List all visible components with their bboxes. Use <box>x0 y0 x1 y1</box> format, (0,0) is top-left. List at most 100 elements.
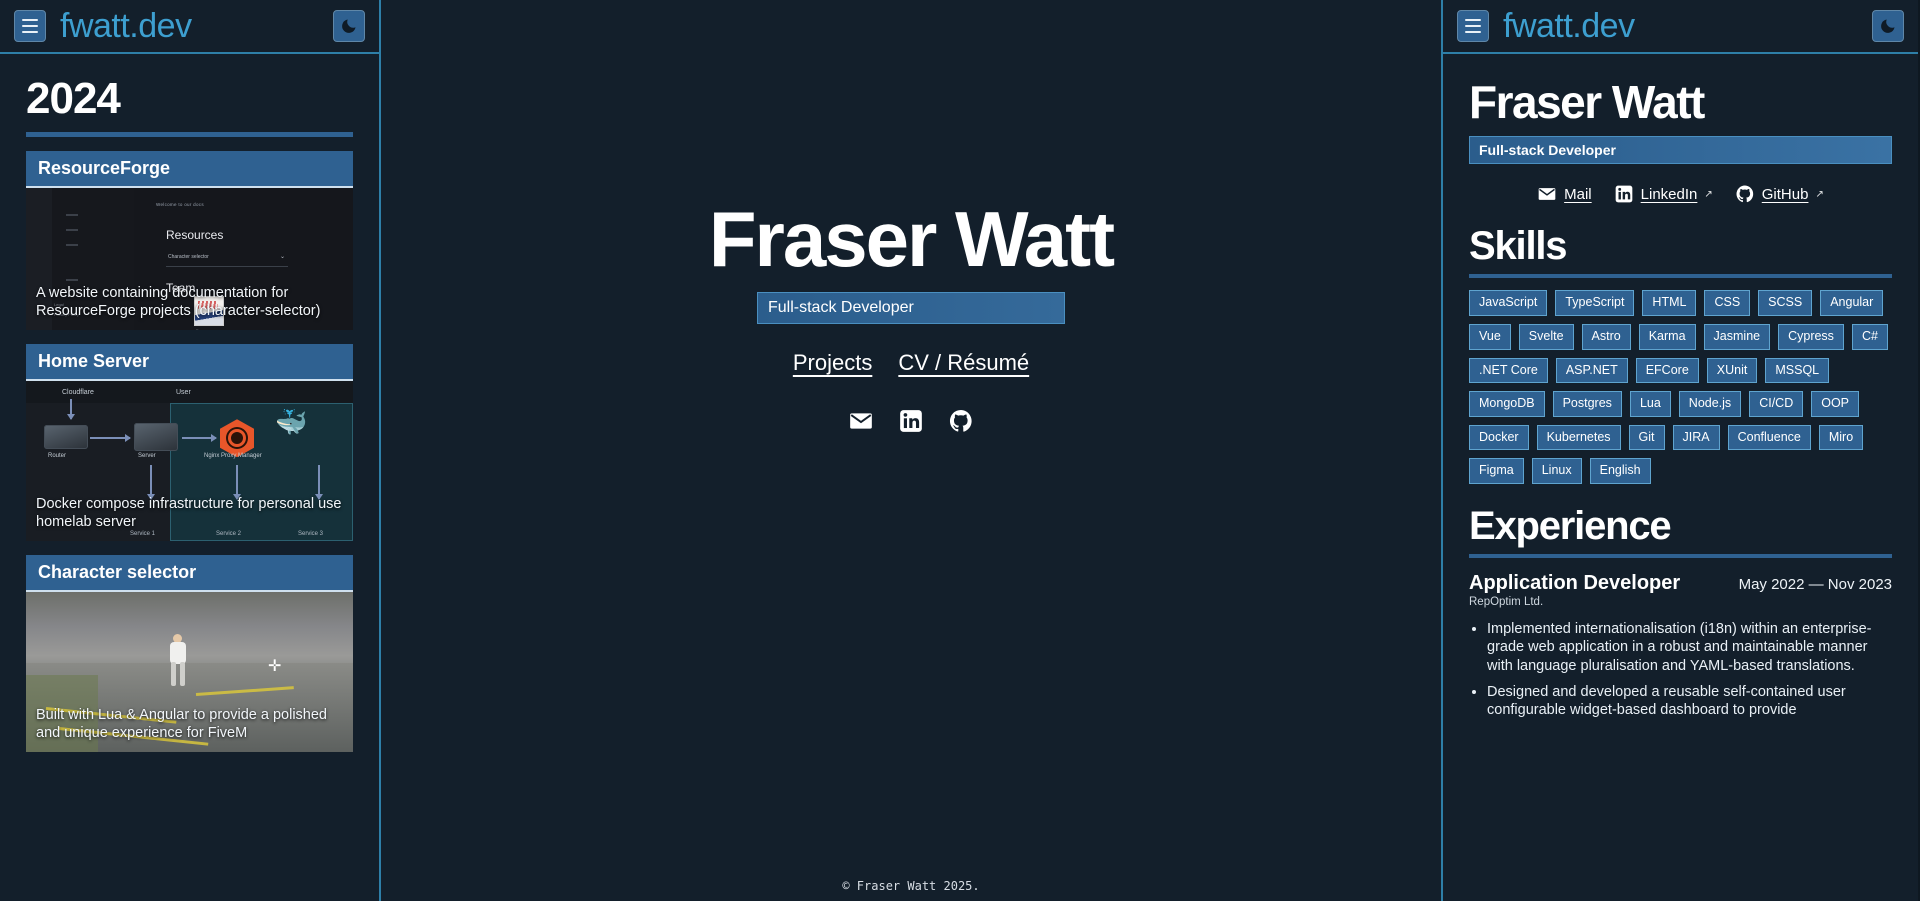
resume-body: Fraser Watt Full-stack Developer Mail Li… <box>1443 54 1918 901</box>
resume-name: Fraser Watt <box>1469 76 1705 128</box>
external-link-icon: ↗ <box>1815 188 1824 200</box>
contact-label: Mail <box>1564 185 1592 203</box>
skill-tag[interactable]: .NET Core <box>1469 357 1548 384</box>
skill-tag[interactable]: Postgres <box>1552 391 1622 417</box>
skill-tag[interactable]: Vue <box>1469 323 1511 350</box>
preview-field-label: Character selector <box>168 254 209 261</box>
preview-welcome: Welcome to our docs <box>156 202 204 208</box>
skill-tag[interactable]: OOP <box>1811 391 1860 417</box>
skill-tag[interactable]: Kubernetes <box>1536 424 1621 451</box>
skill-tag[interactable]: EFCore <box>1635 357 1699 384</box>
skill-tag[interactable]: JavaScript <box>1469 290 1548 316</box>
skill-tag[interactable]: Node.js <box>1678 391 1742 417</box>
skills-underline <box>1469 274 1892 279</box>
contact-mail[interactable]: Mail <box>1537 184 1592 204</box>
project-preview-image: Cloudflare User 🐳 Router Server Nginx Pr… <box>26 381 353 542</box>
contact-linkedin[interactable]: LinkedIn ↗ <box>1614 184 1713 204</box>
viewport-tablet-resume: fwatt.dev Fraser Watt Full-stack Develop… <box>1443 0 1918 901</box>
hero-link-cv[interactable]: CV / Résumé <box>898 350 1029 376</box>
skills-tag-list: JavaScript TypeScript HTML CSS SCSS Angular Vu… <box>1469 290 1892 485</box>
linkedin-icon[interactable] <box>898 408 924 434</box>
moon-icon[interactable] <box>333 10 365 42</box>
moon-icon[interactable] <box>1872 10 1904 42</box>
skill-tag[interactable]: ASP.NET <box>1555 357 1628 384</box>
skill-tag[interactable]: HTML <box>1642 290 1697 316</box>
skill-tag[interactable]: SCSS <box>1758 290 1813 316</box>
multi-viewport-preview: fwatt.dev 2024 ResourceForge Welcome to … <box>0 0 1920 901</box>
site-brand[interactable]: fwatt.dev <box>1503 9 1858 43</box>
contact-github[interactable]: GitHub ↗ <box>1735 184 1824 204</box>
skill-tag[interactable]: Lua <box>1629 391 1671 417</box>
hero-social-links <box>848 408 974 434</box>
preview-caret-icon: ⌄ <box>279 254 285 261</box>
skills-heading: Skills <box>1469 224 1568 269</box>
skill-tag[interactable]: Angular <box>1820 290 1884 316</box>
docker-logo-icon: 🐳 <box>275 407 307 438</box>
github-icon <box>1735 184 1755 204</box>
projects-list: 2024 ResourceForge Welcome to our docs R… <box>0 54 379 753</box>
hamburger-menu-icon[interactable] <box>14 10 46 42</box>
skill-tag[interactable]: CI/CD <box>1749 391 1804 417</box>
job-company: RepOptim Ltd. <box>1469 596 1544 609</box>
infra-label-user: User <box>176 389 191 397</box>
job-bullets: Implemented internationalisation (i18n) … <box>1469 620 1892 719</box>
mail-icon <box>1537 184 1557 204</box>
skill-tag[interactable]: MSSQL <box>1765 357 1830 384</box>
skill-tag[interactable]: Svelte <box>1518 323 1574 350</box>
skill-tag[interactable]: Confluence <box>1727 424 1811 451</box>
skill-tag[interactable]: Karma <box>1638 323 1696 350</box>
project-description: Built with Lua & Angular to provide a po… <box>36 706 327 741</box>
project-title: Character selector <box>26 555 353 593</box>
skill-tag[interactable]: Linux <box>1531 458 1582 485</box>
experience-entry: Application Developer May 2022 — Nov 202… <box>1469 572 1892 719</box>
skill-tag[interactable]: Cypress <box>1778 323 1844 350</box>
skill-tag[interactable]: TypeScript <box>1555 290 1635 316</box>
skill-tag[interactable]: MongoDB <box>1469 391 1545 417</box>
hero-link-projects[interactable]: Projects <box>793 350 872 376</box>
year-heading: 2024 <box>26 74 121 123</box>
project-title: Home Server <box>26 344 353 382</box>
experience-heading: Experience <box>1469 504 1672 549</box>
job-bullet: Designed and developed a reusable self-c… <box>1487 683 1892 720</box>
skill-tag[interactable]: CSS <box>1704 290 1751 316</box>
resume-role-badge: Full-stack Developer <box>1469 136 1892 165</box>
job-title: Application Developer <box>1469 572 1681 595</box>
experience-underline <box>1469 554 1892 559</box>
linkedin-icon <box>1614 184 1634 204</box>
project-card-home-server[interactable]: Home Server Cloudflare User 🐳 Router Ser… <box>26 344 353 542</box>
site-brand[interactable]: fwatt.dev <box>60 9 319 43</box>
hero-section: Fraser Watt Full-stack Developer Project… <box>381 0 1441 847</box>
game-character <box>169 633 186 686</box>
right-topbar: fwatt.dev <box>1443 0 1918 54</box>
project-preview-image: Welcome to our docs Resources Character … <box>26 188 353 331</box>
project-description: A website containing documentation for R… <box>36 284 321 319</box>
hamburger-menu-icon[interactable] <box>1457 10 1489 42</box>
hero-role-badge: Full-stack Developer <box>757 292 1065 324</box>
hero-nav: Projects CV / Résumé <box>793 350 1029 376</box>
contact-label: LinkedIn <box>1640 185 1698 203</box>
github-icon[interactable] <box>948 408 974 434</box>
experience-header: Application Developer May 2022 — Nov 202… <box>1469 572 1892 595</box>
mail-icon[interactable] <box>848 408 874 434</box>
skill-tag[interactable]: Jasmine <box>1703 323 1771 350</box>
preview-heading-1: Resources <box>166 228 224 243</box>
project-title: ResourceForge <box>26 151 353 189</box>
skill-tag[interactable]: Figma <box>1469 458 1524 485</box>
contact-label: GitHub <box>1761 185 1809 203</box>
skill-tag[interactable]: Miro <box>1818 424 1864 451</box>
project-card-resourceforge[interactable]: ResourceForge Welcome to our docs Resour… <box>26 151 353 331</box>
skill-tag[interactable]: Git <box>1628 424 1665 451</box>
skill-tag[interactable]: Docker <box>1469 424 1529 451</box>
resume-contacts: Mail LinkedIn ↗ GitHub ↗ <box>1469 184 1892 204</box>
skill-tag[interactable]: XUnit <box>1706 357 1758 384</box>
job-bullet: Implemented internationalisation (i18n) … <box>1487 620 1892 675</box>
skill-tag[interactable]: Astro <box>1581 323 1631 350</box>
hero-name: Fraser Watt <box>708 195 1115 283</box>
skill-tag[interactable]: English <box>1589 458 1651 485</box>
viewport-desktop-home: Fraser Watt Full-stack Developer Project… <box>381 0 1443 901</box>
skill-tag[interactable]: C# <box>1851 323 1888 350</box>
skill-tag[interactable]: JIRA <box>1672 424 1720 451</box>
year-underline <box>26 132 353 138</box>
project-card-character-selector[interactable]: Character selector ✛ Built with Lua & An… <box>26 555 353 753</box>
job-dates: May 2022 — Nov 2023 <box>1738 576 1892 594</box>
